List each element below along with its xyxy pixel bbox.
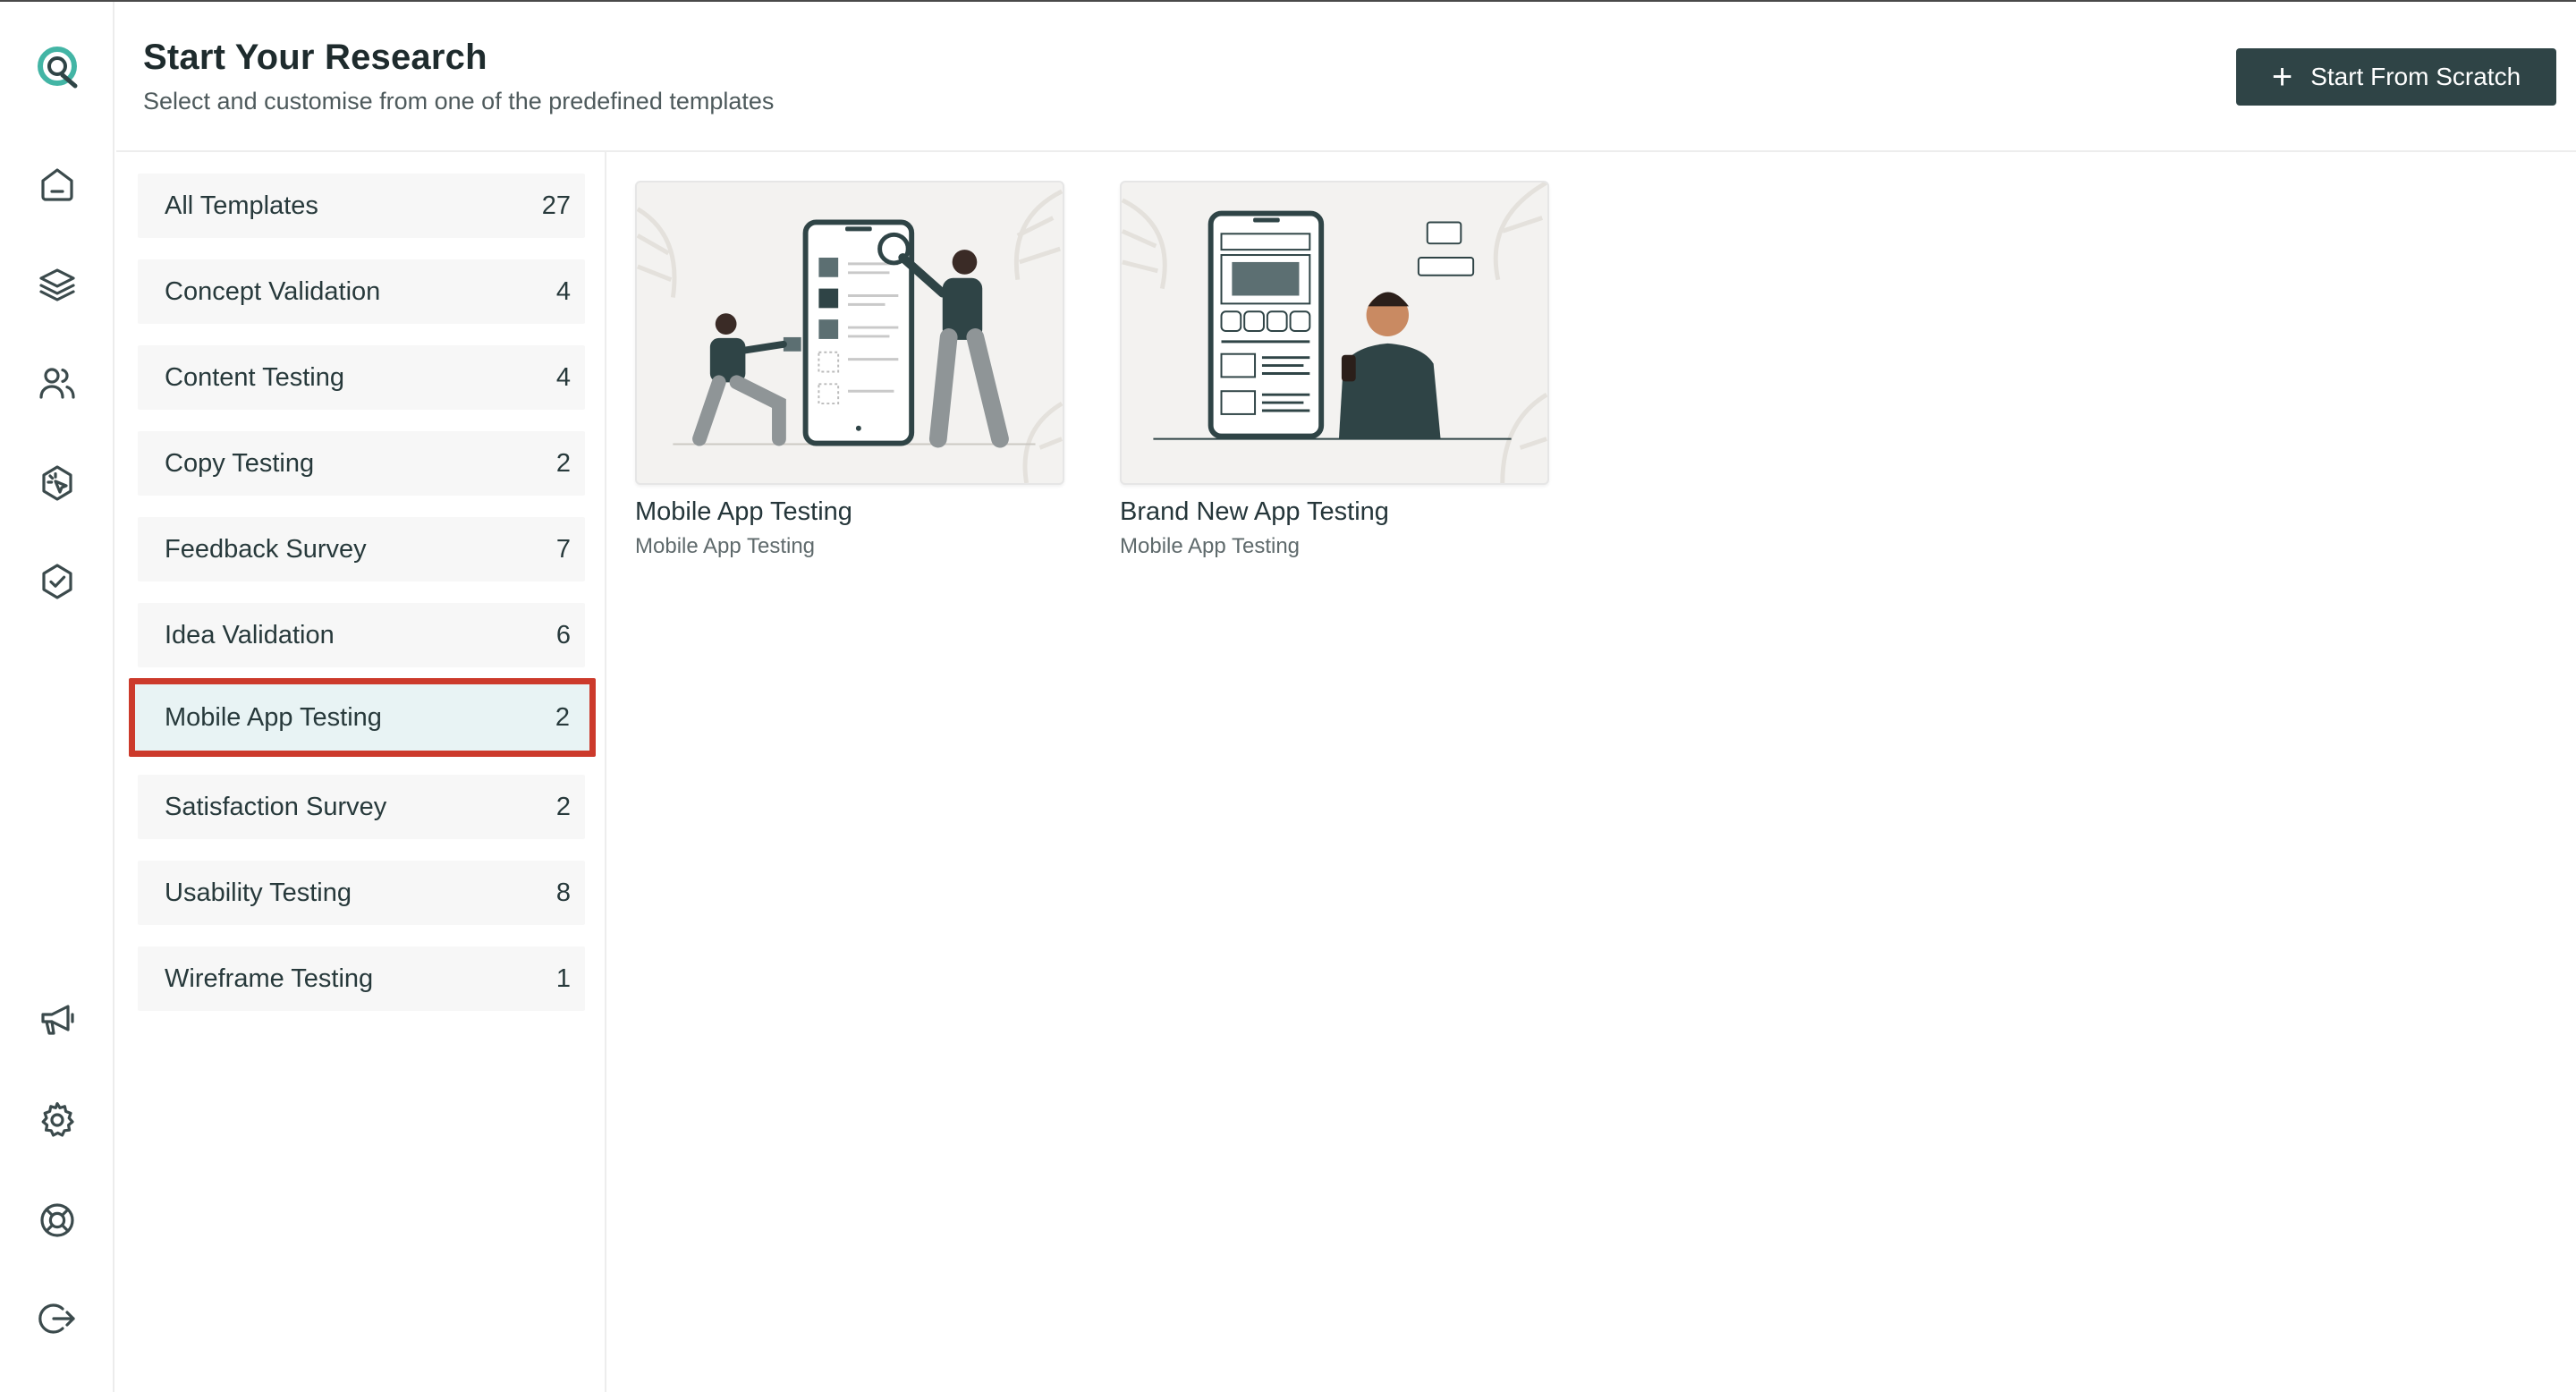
- category-label: Feedback Survey: [165, 534, 367, 564]
- category-label: Usability Testing: [165, 878, 352, 907]
- brand-logo[interactable]: [36, 45, 82, 91]
- category-count: 1: [555, 963, 571, 993]
- category-count: 2: [555, 448, 571, 478]
- category-item-copy-testing[interactable]: Copy Testing 2: [138, 431, 585, 496]
- logout-icon[interactable]: [32, 1294, 82, 1344]
- category-count: 27: [541, 191, 571, 220]
- category-count: 7: [555, 534, 571, 564]
- home-icon[interactable]: [32, 159, 82, 209]
- category-item-concept-validation[interactable]: Concept Validation 4: [138, 259, 585, 324]
- template-card[interactable]: Mobile App Testing Mobile App Testing: [635, 181, 1064, 559]
- template-card-category: Mobile App Testing: [1120, 534, 1301, 558]
- category-item-all-templates[interactable]: All Templates 27: [138, 174, 585, 238]
- start-from-scratch-label: Start From Scratch: [2310, 63, 2521, 90]
- phone-user-illustration: [1120, 181, 1549, 485]
- template-category-list: All Templates 27 Concept Validation 4 Co…: [116, 152, 606, 1392]
- category-label: Concept Validation: [165, 276, 381, 306]
- start-from-scratch-button[interactable]: + Start From Scratch: [2236, 48, 2556, 106]
- mobile-app-illustration: [635, 181, 1064, 485]
- category-count: 6: [555, 620, 571, 649]
- category-item-satisfaction-survey[interactable]: Satisfaction Survey 2: [138, 775, 585, 839]
- template-card-category: Mobile App Testing: [635, 534, 816, 558]
- template-card[interactable]: Brand New App Testing Mobile App Testing: [1120, 181, 1549, 559]
- category-count: 4: [555, 276, 571, 306]
- layers-icon[interactable]: [32, 259, 82, 310]
- page-subtitle: Select and customise from one of the pre…: [143, 88, 775, 115]
- category-item-mobile-app-testing[interactable]: Mobile App Testing 2: [129, 678, 596, 757]
- plus-icon: +: [2271, 57, 2293, 97]
- gear-icon[interactable]: [32, 1095, 82, 1145]
- users-icon[interactable]: [32, 358, 82, 408]
- category-item-usability-testing[interactable]: Usability Testing 8: [138, 861, 585, 925]
- category-count: 2: [555, 792, 571, 821]
- left-rail: [0, 2, 114, 1392]
- category-item-content-testing[interactable]: Content Testing 4: [138, 345, 585, 410]
- category-item-wireframe-testing[interactable]: Wireframe Testing 1: [138, 946, 585, 1011]
- click-badge-icon[interactable]: [32, 458, 82, 508]
- category-count: 8: [555, 878, 571, 907]
- category-label: All Templates: [165, 191, 318, 220]
- category-label: Content Testing: [165, 362, 344, 392]
- category-count: 4: [555, 362, 571, 392]
- category-label: Satisfaction Survey: [165, 792, 387, 821]
- template-card-title: Brand New App Testing: [1120, 497, 1389, 526]
- lifebuoy-icon[interactable]: [32, 1195, 82, 1245]
- megaphone-icon[interactable]: [32, 995, 82, 1045]
- check-badge-icon[interactable]: [32, 556, 82, 607]
- category-label: Wireframe Testing: [165, 963, 374, 993]
- category-label: Idea Validation: [165, 620, 335, 649]
- category-label: Copy Testing: [165, 448, 315, 478]
- category-label: Mobile App Testing: [165, 702, 382, 732]
- category-item-feedback-survey[interactable]: Feedback Survey 7: [138, 517, 585, 581]
- app-window: Start Your Research Select and customise…: [0, 0, 2576, 1392]
- page-title: Start Your Research: [143, 38, 487, 77]
- template-card-title: Mobile App Testing: [635, 497, 852, 526]
- category-item-idea-validation[interactable]: Idea Validation 6: [138, 603, 585, 667]
- category-count: 2: [555, 702, 570, 732]
